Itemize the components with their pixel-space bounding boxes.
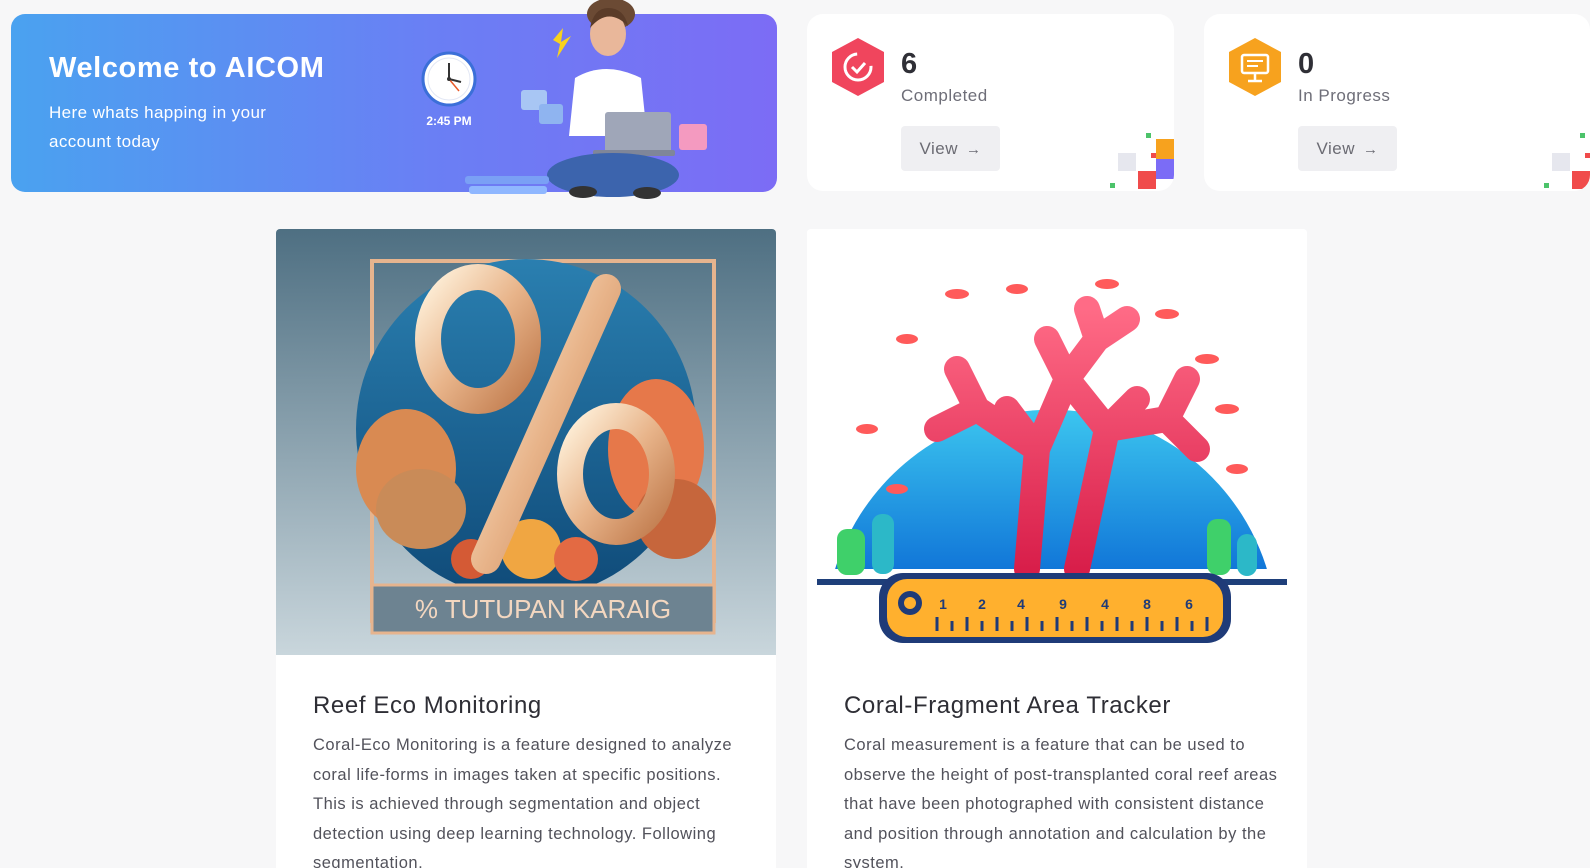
card-description: Coral measurement is a feature that can …	[844, 736, 1278, 868]
in-progress-stat-card: 0 In Progress View →	[1204, 14, 1590, 191]
coral-cover-percentage-image: % TUTUPAN KARAIG	[276, 229, 776, 655]
completed-count: 6	[901, 48, 918, 80]
arrow-right-icon: →	[966, 140, 982, 158]
arrow-right-icon: →	[1363, 140, 1379, 158]
reef-eco-monitoring-card[interactable]: % TUTUPAN KARAIG Reef Eco Monitoring Cor…	[276, 229, 776, 868]
ruler-tick-label: 8	[1143, 596, 1151, 612]
person-laptop-illustration	[465, 0, 707, 199]
in-progress-count: 0	[1298, 48, 1315, 80]
view-in-progress-button[interactable]: View →	[1298, 126, 1397, 171]
ruler-tick-label: 1	[939, 596, 947, 612]
view-completed-button[interactable]: View →	[901, 126, 1000, 171]
coral-measurement-image: 1 2 4 9 4 8 6	[807, 229, 1307, 655]
refresh-check-icon	[832, 38, 884, 96]
ruler-tick-label: 6	[1185, 596, 1193, 612]
card-title: Reef Eco Monitoring	[313, 692, 542, 719]
pixel-decoration	[1544, 133, 1590, 189]
completed-label: Completed	[901, 86, 988, 105]
view-button-label: View	[1316, 138, 1356, 158]
coral-fragment-area-tracker-card[interactable]: 1 2 4 9 4 8 6 Coral-Fragment Area Tracke…	[807, 229, 1307, 868]
card-title: Coral-Fragment Area Tracker	[844, 692, 1171, 719]
welcome-title: Welcome to AICOM	[49, 52, 325, 84]
pixel-decoration	[1110, 133, 1174, 189]
ruler-tick-label: 4	[1101, 596, 1109, 612]
image-caption-text: % TUTUPAN KARAIG	[415, 594, 671, 624]
ruler-tick-label: 4	[1017, 596, 1025, 612]
in-progress-label: In Progress	[1298, 86, 1391, 105]
ruler-tick-label: 2	[978, 596, 986, 612]
completed-stat-card: 6 Completed View →	[807, 14, 1174, 191]
view-button-label: View	[919, 138, 959, 158]
welcome-subtitle: Here whats happing in your account today	[49, 103, 267, 151]
card-description: Coral-Eco Monitoring is a feature design…	[313, 736, 733, 868]
presentation-board-icon	[1229, 38, 1281, 96]
welcome-banner: Welcome to AICOM Here whats happing in y…	[11, 0, 777, 199]
ruler-tick-label: 9	[1059, 596, 1067, 612]
